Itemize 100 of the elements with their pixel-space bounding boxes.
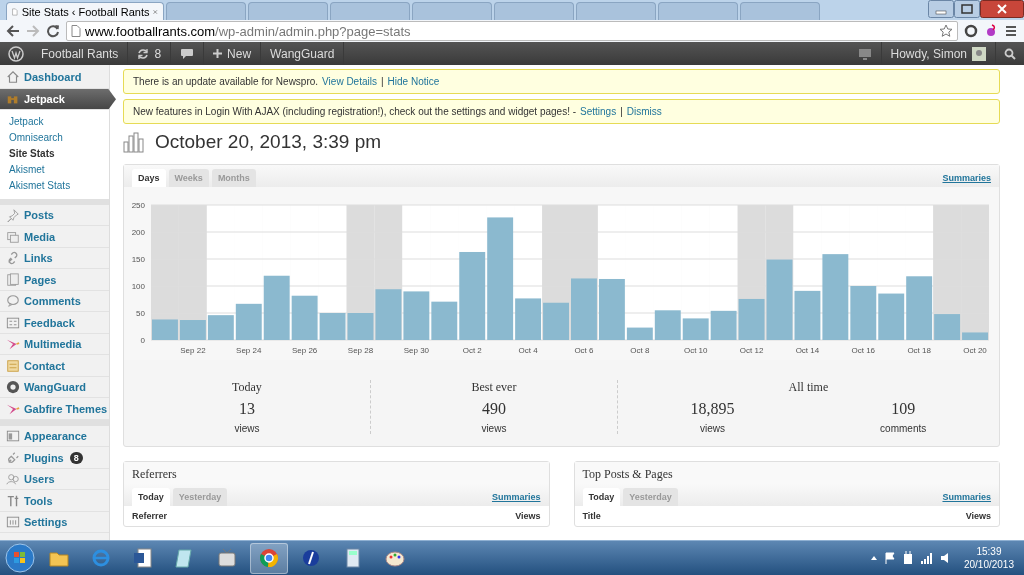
stat-value: 109 <box>890 400 917 418</box>
notice-link[interactable]: Hide Notice <box>387 76 440 87</box>
star-icon[interactable] <box>939 24 953 38</box>
submenu-item[interactable]: Site Stats <box>0 145 109 162</box>
x-tick-label: Sep 30 <box>403 346 430 355</box>
box-icon <box>6 358 20 373</box>
bar <box>152 319 178 340</box>
menu-item[interactable]: Dashboard <box>0 67 109 89</box>
submenu-item[interactable]: Akismet <box>0 161 109 178</box>
summaries-link[interactable]: Summaries <box>491 492 541 502</box>
refresh-icon <box>137 47 150 60</box>
count-badge: 8 <box>69 451 83 464</box>
wordpress-logo-icon[interactable] <box>8 45 24 62</box>
notice-text: There is an update available for Newspro. <box>133 76 319 87</box>
x-tick-label: Oct 10 <box>683 346 708 355</box>
grid-icon <box>6 515 20 530</box>
menu-item[interactable]: Jetpack <box>0 88 116 110</box>
notice-link[interactable]: Dismiss <box>626 106 662 117</box>
x-tick-label: Oct 12 <box>739 346 764 355</box>
x-tick-label: Oct 8 <box>630 346 650 355</box>
x-tick-label: Sep 26 <box>291 346 318 355</box>
comment-icon[interactable] <box>180 47 195 60</box>
menu-item[interactable]: Gabfire Themes <box>0 398 109 420</box>
updates-link[interactable]: 8 <box>128 42 172 65</box>
menu-item[interactable]: Pages <box>0 269 109 291</box>
plug-icon <box>6 450 20 465</box>
menu-item[interactable]: Feedback <box>0 312 109 334</box>
new-content-link[interactable]: New <box>204 42 262 65</box>
caret-up-icon[interactable] <box>869 554 878 562</box>
notice-link[interactable]: Settings <box>580 106 617 117</box>
chain-link-icon <box>6 251 20 266</box>
panel-title: Top Posts & Pages <box>574 462 999 484</box>
separator-text: | <box>380 76 384 87</box>
menu-item[interactable]: Plugins 8 <box>0 447 109 469</box>
x-tick-label: Sep 22 <box>180 346 206 355</box>
window-icon <box>6 429 20 444</box>
pushpin-icon <box>6 208 20 223</box>
bar <box>878 293 905 340</box>
column-header: Views <box>515 511 541 521</box>
avatar <box>972 46 986 61</box>
speech-bubble-icon <box>6 294 20 309</box>
plugin-link[interactable]: WangGuard <box>261 42 345 65</box>
menu-item[interactable]: Tools <box>0 490 109 512</box>
chrome-icon[interactable] <box>250 542 288 574</box>
y-tick-label: 100 <box>131 282 145 291</box>
bar-chart-icon <box>121 130 145 154</box>
panel-title: Referrers <box>124 462 549 484</box>
page-title: October 20, 2013, 3:39 pm <box>155 131 382 153</box>
summaries-link[interactable]: Summaries <box>942 492 991 502</box>
start-button[interactable] <box>4 542 36 574</box>
tab[interactable]: Today <box>582 488 621 506</box>
menu-item[interactable]: WangGuard <box>0 376 109 399</box>
y-tick-label: 150 <box>131 255 145 264</box>
monitor-icon[interactable] <box>857 47 872 60</box>
signal-bars-icon[interactable] <box>919 552 934 564</box>
stat-label: views <box>699 423 727 434</box>
flag-icon[interactable] <box>883 552 896 564</box>
notice-link[interactable]: View Details <box>322 76 377 87</box>
bar <box>403 291 430 340</box>
menu-item[interactable]: Media <box>0 226 109 248</box>
notice-text: New features in Login With AJAX (including registration!), check out the settings and widget pages! - <box>133 106 576 117</box>
tab[interactable]: Days <box>132 169 166 187</box>
photos-icon <box>6 229 20 244</box>
back-icon[interactable] <box>6 24 20 38</box>
stat-value: 18,895 <box>690 400 735 418</box>
x-tick-label: Oct 4 <box>518 346 538 355</box>
menu-item[interactable]: Contact <box>0 355 109 377</box>
menu-item[interactable]: Users <box>0 468 109 491</box>
menu-item[interactable]: Links <box>0 247 109 270</box>
account-link[interactable]: Howdy, Simon <box>881 42 996 65</box>
maximize-button[interactable] <box>954 0 980 18</box>
x-tick-label: Sep 24 <box>236 346 262 355</box>
browser-tab[interactable]: Site Stats ‹ Football Rants <box>6 2 164 20</box>
summaries-link[interactable]: Summaries <box>942 173 991 183</box>
stat-heading: All time <box>787 380 830 395</box>
stat-value: 13 <box>237 400 256 418</box>
menu-item[interactable]: Comments <box>0 290 109 313</box>
menu-item[interactable]: Multimedia <box>0 333 109 356</box>
tools-icon <box>6 493 20 508</box>
y-tick-label: 250 <box>131 201 145 210</box>
menu-item[interactable]: Posts <box>0 198 109 227</box>
x-tick-label: Oct 18 <box>907 346 931 355</box>
menu-item[interactable]: Settings <box>0 511 109 534</box>
house-icon <box>6 70 20 85</box>
submenu-item[interactable]: Akismet Stats <box>0 177 109 193</box>
reload-icon[interactable] <box>46 24 60 38</box>
submenu-item[interactable]: Omnisearch <box>0 129 109 146</box>
clock[interactable]: 15:39 20/10/2013 <box>957 545 1020 571</box>
bar <box>543 302 569 340</box>
x-tick-label: Oct 2 <box>462 346 482 355</box>
address-bar[interactable]: www.footballrants.com/wp-admin/admin.php?page=stats <box>66 21 958 41</box>
submenu-item[interactable]: Jetpack <box>0 114 109 130</box>
search-icon[interactable] <box>1004 47 1016 60</box>
tab[interactable]: Today <box>132 488 170 506</box>
menu-icon[interactable] <box>1004 24 1018 38</box>
x-tick-label: Oct 6 <box>574 346 594 355</box>
close-button[interactable] <box>980 0 1024 18</box>
y-tick-label: 50 <box>136 309 145 318</box>
form-icon <box>6 315 20 330</box>
menu-item[interactable]: Appearance <box>0 419 109 448</box>
